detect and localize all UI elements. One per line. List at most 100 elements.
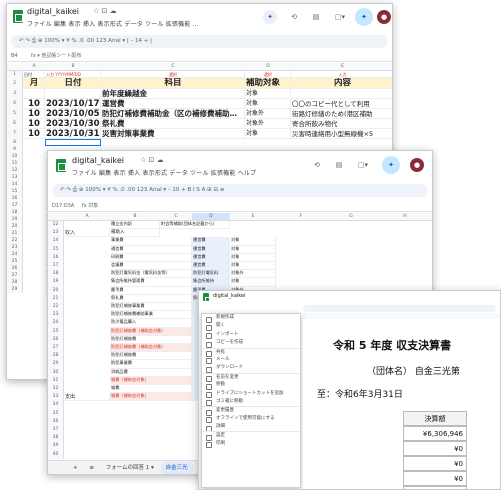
name-box[interactable]: D17:D3A <box>52 201 74 212</box>
ai-assistant-icon[interactable]: ✦ <box>263 10 277 24</box>
row-number[interactable]: 13 <box>48 229 64 238</box>
file-menu-item[interactable]: 設定 <box>202 431 300 442</box>
row-number[interactable]: 24 <box>48 319 64 328</box>
row-number[interactable]: 33 <box>48 393 64 402</box>
category-dropdown[interactable]: 運営費 <box>192 253 230 262</box>
category-dropdown[interactable]: 運営費 <box>192 237 230 246</box>
target-cell[interactable]: 対象 <box>245 99 291 109</box>
row-number[interactable]: 23 <box>48 311 64 320</box>
share-icon[interactable]: ✦ <box>382 156 400 174</box>
section-income[interactable]: 収入 <box>64 229 110 238</box>
content-cell[interactable]: 災害時連絡用小型無線機×5 <box>291 129 392 139</box>
expense-subject-cell[interactable]: 防犯灯補修費 <box>110 352 192 361</box>
income-head[interactable]: 補助入 <box>110 229 160 238</box>
header-target[interactable]: 補助対象 <box>245 78 291 89</box>
row-number[interactable]: 1 <box>7 71 23 78</box>
header-date[interactable]: 日付 <box>45 78 101 89</box>
row-number[interactable]: 3 <box>7 89 23 99</box>
header-subject[interactable]: 科目 <box>101 78 245 89</box>
date-cell[interactable]: 2023/10/17 <box>45 99 101 109</box>
subject-cell[interactable]: 運営費 <box>101 99 245 109</box>
content-cell[interactable]: 寄合所飲み物代 <box>291 119 392 129</box>
row-number[interactable]: 2 <box>7 78 23 89</box>
category-dropdown[interactable]: 防犯灯電気料 <box>192 270 230 279</box>
subject-cell[interactable]: 通信費 <box>110 245 192 254</box>
hint-cell[interactable]: 入力 <box>291 71 392 78</box>
document-title[interactable]: digital_kaikei <box>72 156 124 165</box>
file-menu-item[interactable]: 共有 <box>202 347 300 358</box>
target-cell[interactable]: 対象外 <box>230 270 276 279</box>
target-cell[interactable]: 対象 <box>230 237 276 246</box>
hint-cell[interactable]: 日付 <box>23 71 45 78</box>
row-number[interactable]: 22 <box>48 303 64 312</box>
file-menu-item[interactable]: 印刷 <box>202 440 300 449</box>
row-number[interactable]: 36 <box>48 417 64 426</box>
comment-icon[interactable]: ▤ <box>309 10 323 24</box>
expense-subject-cell[interactable]: 防災備品購入 <box>110 319 192 328</box>
target-cell[interactable]: 対象 <box>230 253 276 262</box>
row-number[interactable]: 39 <box>48 442 64 451</box>
column-header-h[interactable]: H <box>376 213 432 221</box>
all-sheets-button[interactable]: ≡ <box>84 462 99 474</box>
formula-input[interactable]: fx ▾ 他記帳シート配布 <box>31 51 81 62</box>
content-cell[interactable]: 街路灯修繕のため(港区補助 <box>291 109 392 119</box>
row-number[interactable]: 14 <box>7 181 23 188</box>
row-number[interactable]: 20 <box>48 286 64 295</box>
amount-cell[interactable]: ¥0 <box>403 471 467 486</box>
hint-cell[interactable]: 入力 YYYY/MM/DD <box>45 71 101 78</box>
row-number[interactable]: 21 <box>7 230 23 237</box>
file-menu-item[interactable]: ドライブにショートカットを追加 <box>202 390 300 399</box>
expense-subject-cell[interactable]: 防犯事業費 <box>110 360 192 369</box>
sheets-logo-icon[interactable] <box>203 293 213 305</box>
row-number[interactable]: 27 <box>7 272 23 279</box>
row-number[interactable]: 9 <box>7 146 23 153</box>
column-header-c[interactable]: C <box>160 213 192 221</box>
comment-icon[interactable]: ▤ <box>332 158 346 172</box>
note-cell[interactable]: 町会等補助(団体名記載から) <box>160 221 230 230</box>
expense-subject-cell[interactable]: 消耗品費 <box>110 368 192 377</box>
column-header-a[interactable]: A <box>23 63 45 71</box>
target-cell[interactable]: 対象外 <box>245 109 291 119</box>
amount-cell[interactable]: ¥6,306,946 <box>403 426 467 441</box>
file-menu-item[interactable]: オフラインで使用可能にする <box>202 415 300 424</box>
row-number[interactable]: 19 <box>7 216 23 223</box>
row-number[interactable]: 10 <box>7 153 23 160</box>
sheet-tab-form-responses[interactable]: フォームの回答 1 ▾ <box>101 462 159 474</box>
file-menu-item[interactable]: インポート <box>202 331 300 340</box>
amount-cell[interactable]: ¥0 <box>403 456 467 471</box>
column-header-f[interactable]: F <box>276 213 326 221</box>
history-icon[interactable]: ⟲ <box>310 158 324 172</box>
row-number[interactable]: 38 <box>48 434 64 443</box>
corner-cell[interactable] <box>48 213 64 221</box>
row-number[interactable]: 8 <box>7 139 23 146</box>
formula-input[interactable]: fx 対象 <box>82 201 98 212</box>
expense-subject-cell[interactable]: 雑費 <box>110 385 192 394</box>
user-avatar[interactable]: ● <box>377 10 391 24</box>
row-number[interactable]: 27 <box>48 344 64 353</box>
row-number[interactable]: 32 <box>48 385 64 394</box>
row-number[interactable]: 26 <box>48 335 64 344</box>
section-expense[interactable]: 支出 <box>64 393 110 402</box>
row-number[interactable]: 30 <box>48 368 64 377</box>
row-number[interactable]: 17 <box>48 262 64 271</box>
file-menu-item[interactable]: コピーを作成 <box>202 339 300 349</box>
row-number[interactable]: 40 <box>48 450 64 459</box>
menu-bar[interactable]: ファイル 編集 表示 挿入 表示形式 データ ツール 拡張機能 ヘルプ <box>72 168 256 177</box>
expense-subject-cell[interactable]: 防犯灯補修事業費 <box>110 303 192 312</box>
column-header-c[interactable]: C <box>101 63 245 71</box>
subject-cell[interactable]: 祭礼費 <box>110 294 192 303</box>
month-cell[interactable] <box>23 89 45 99</box>
category-dropdown[interactable]: 運営費 <box>192 245 230 254</box>
row-number[interactable]: 14 <box>48 237 64 246</box>
row-number[interactable]: 11 <box>7 160 23 167</box>
sheet-tab-active[interactable]: 自金三光 <box>160 462 193 474</box>
content-cell[interactable]: 〇〇のコピー代として利用 <box>291 99 392 109</box>
expense-subject-cell[interactable]: 防犯灯補修費（補助金対象） <box>110 327 192 336</box>
hint-cell[interactable]: 選択 <box>101 71 245 78</box>
target-cell[interactable]: 対象 <box>245 89 291 99</box>
column-header-e[interactable]: E <box>230 213 276 221</box>
file-menu-item[interactable]: ダウンロード <box>202 364 300 374</box>
title-action-icons[interactable]: ☆ ⊡ ☁ <box>140 156 164 164</box>
content-cell[interactable] <box>291 89 392 99</box>
date-cell[interactable]: 2023/10/31 <box>45 129 101 139</box>
